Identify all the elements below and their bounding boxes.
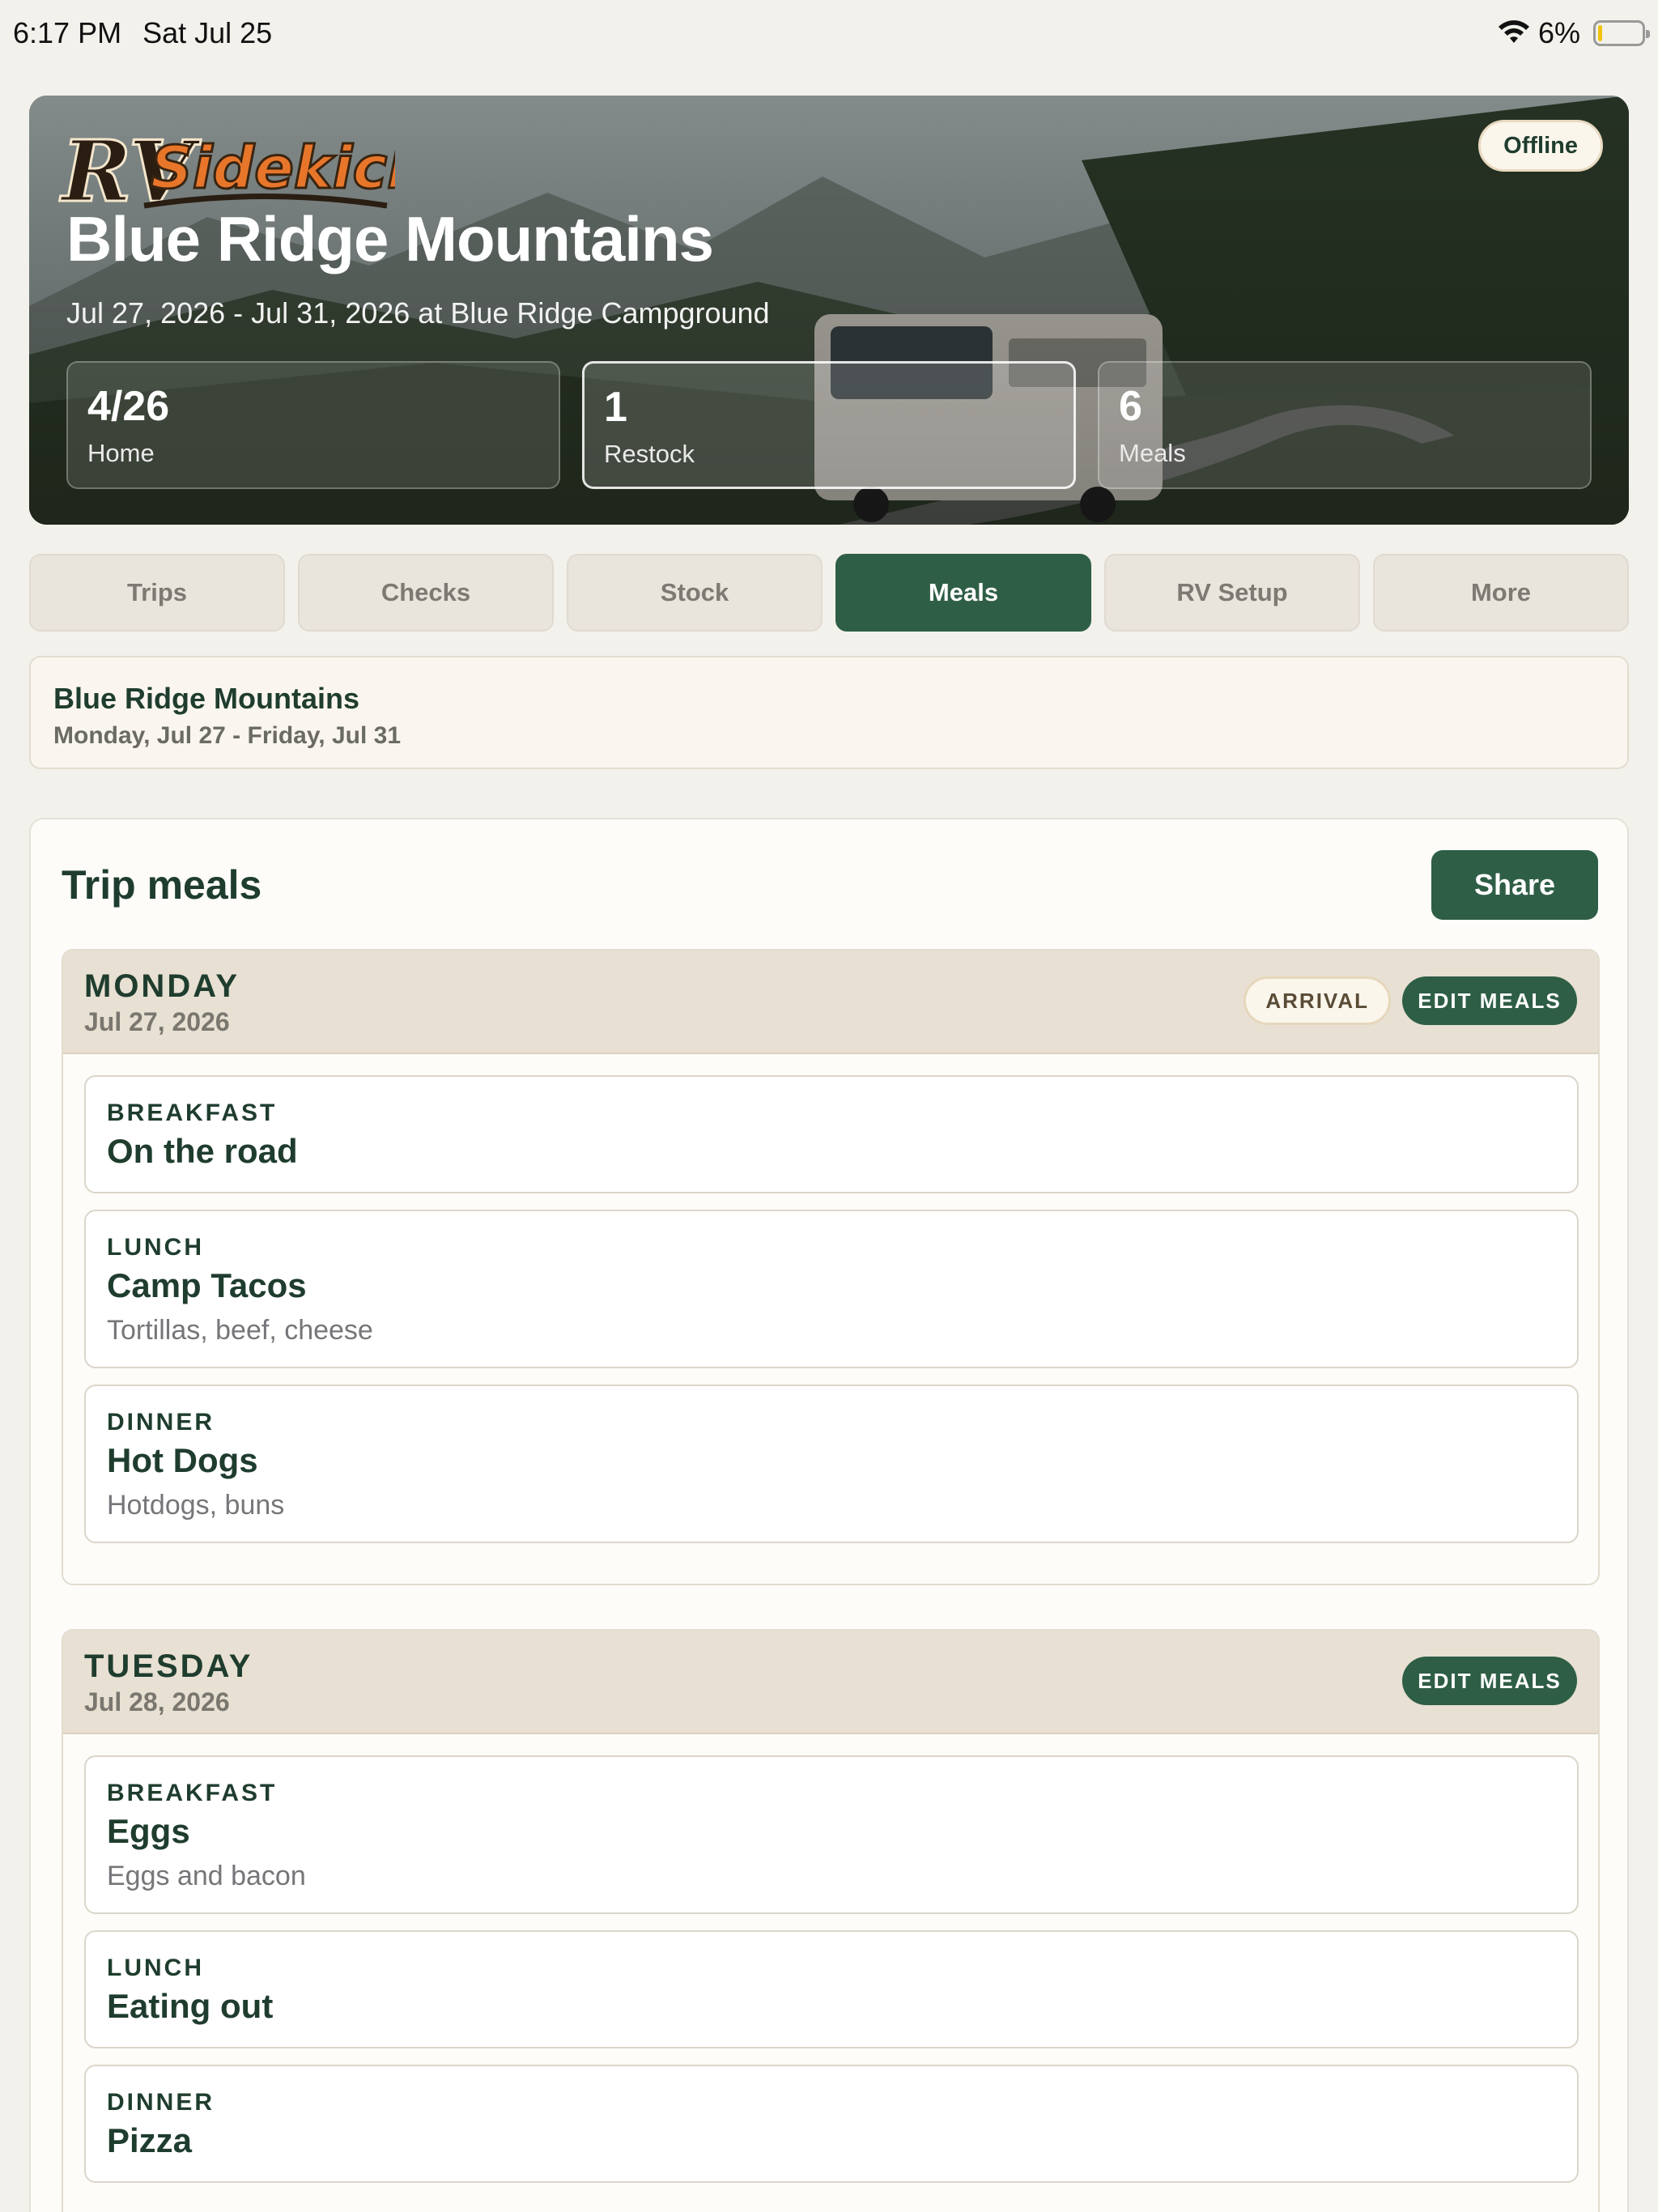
stat-label: Restock: [604, 440, 695, 468]
meal-card-lunch[interactable]: LUNCH Eating out: [84, 1930, 1579, 2048]
day-date: Jul 27, 2026: [84, 1007, 230, 1036]
tab-checks[interactable]: Checks: [298, 554, 554, 632]
edit-meals-button[interactable]: EDIT MEALS: [1402, 1657, 1577, 1705]
trip-hero-banner: RV Sidekick Offline Blue Ridge Mountains…: [29, 96, 1629, 525]
day-header: MONDAY Jul 27, 2026 ARRIVAL EDIT MEALS: [63, 951, 1598, 1054]
share-button[interactable]: Share: [1431, 850, 1598, 920]
offline-badge: Offline: [1478, 120, 1603, 172]
meal-items: Eggs and bacon: [107, 1861, 306, 1891]
meal-type: BREAKFAST: [107, 1780, 278, 1806]
main-tabs: Trips Checks Stock Meals RV Setup More: [29, 554, 1629, 632]
meal-type: DINNER: [107, 1409, 215, 1436]
status-time: 6:17 PM: [13, 16, 122, 49]
meal-type: BREAKFAST: [107, 1100, 278, 1126]
stat-card-home[interactable]: 4/26 Home: [66, 361, 560, 489]
status-bar: 6:17 PM Sat Jul 25 6%: [0, 0, 1658, 68]
meals-heading: Trip meals: [62, 862, 262, 908]
tab-meals[interactable]: Meals: [835, 554, 1091, 632]
stat-value: 6: [1119, 383, 1142, 430]
meal-items: Tortillas, beef, cheese: [107, 1315, 373, 1346]
meal-name: Eating out: [107, 1987, 274, 2025]
day-block-monday: MONDAY Jul 27, 2026 ARRIVAL EDIT MEALS B…: [62, 949, 1600, 1585]
stat-label: Home: [87, 439, 155, 467]
meal-name: On the road: [107, 1132, 298, 1170]
status-date: Sat Jul 25: [142, 16, 273, 49]
meal-name: Camp Tacos: [107, 1266, 307, 1304]
meal-items: Hotdogs, buns: [107, 1490, 285, 1521]
meal-type: LUNCH: [107, 1955, 204, 1981]
stat-value: 4/26: [87, 383, 170, 430]
tab-more[interactable]: More: [1373, 554, 1629, 632]
svg-text:Sidekick: Sidekick: [151, 134, 395, 202]
trip-title: Blue Ridge Mountains: [66, 203, 714, 274]
meal-name: Hot Dogs: [107, 1441, 258, 1479]
meal-card-breakfast[interactable]: BREAKFAST Eggs Eggs and bacon: [84, 1755, 1579, 1914]
tab-stock[interactable]: Stock: [567, 554, 823, 632]
meal-name: Eggs: [107, 1812, 190, 1850]
stat-card-meals[interactable]: 6 Meals: [1098, 361, 1592, 489]
edit-meals-button[interactable]: EDIT MEALS: [1402, 976, 1577, 1025]
stat-value: 1: [604, 384, 627, 431]
day-header: TUESDAY Jul 28, 2026 EDIT MEALS: [63, 1631, 1598, 1734]
meal-card-lunch[interactable]: LUNCH Camp Tacos Tortillas, beef, cheese: [84, 1210, 1579, 1368]
meal-type: DINNER: [107, 2089, 215, 2116]
tab-trips[interactable]: Trips: [29, 554, 285, 632]
tab-rv-setup[interactable]: RV Setup: [1104, 554, 1360, 632]
day-name: TUESDAY: [84, 1648, 253, 1684]
meal-type: LUNCH: [107, 1234, 204, 1261]
meal-name: Pizza: [107, 2121, 193, 2159]
day-block-tuesday: TUESDAY Jul 28, 2026 EDIT MEALS BREAKFAS…: [62, 1629, 1600, 2212]
battery-icon: [1593, 20, 1650, 46]
stat-card-restock[interactable]: 1 Restock: [582, 361, 1076, 489]
trip-meals-panel: Trip meals Share MONDAY Jul 27, 2026 ARR…: [29, 818, 1629, 2212]
meal-card-breakfast[interactable]: BREAKFAST On the road: [84, 1075, 1579, 1193]
battery-percentage: 6%: [1537, 16, 1580, 49]
trip-subtitle: Jul 27, 2026 - Jul 31, 2026 at Blue Ridg…: [66, 296, 770, 330]
day-date: Jul 28, 2026: [84, 1687, 230, 1716]
arrival-badge: ARRIVAL: [1244, 976, 1391, 1025]
trip-summary-dates: Monday, Jul 27 - Friday, Jul 31: [53, 722, 402, 749]
day-name: MONDAY: [84, 968, 240, 1004]
stat-label: Meals: [1119, 439, 1186, 467]
trip-summary-title: Blue Ridge Mountains: [53, 682, 359, 715]
wifi-icon: [1498, 20, 1529, 43]
meal-card-dinner[interactable]: DINNER Hot Dogs Hotdogs, buns: [84, 1385, 1579, 1543]
trip-summary-card: Blue Ridge Mountains Monday, Jul 27 - Fr…: [29, 656, 1629, 769]
meal-card-dinner[interactable]: DINNER Pizza: [84, 2065, 1579, 2183]
